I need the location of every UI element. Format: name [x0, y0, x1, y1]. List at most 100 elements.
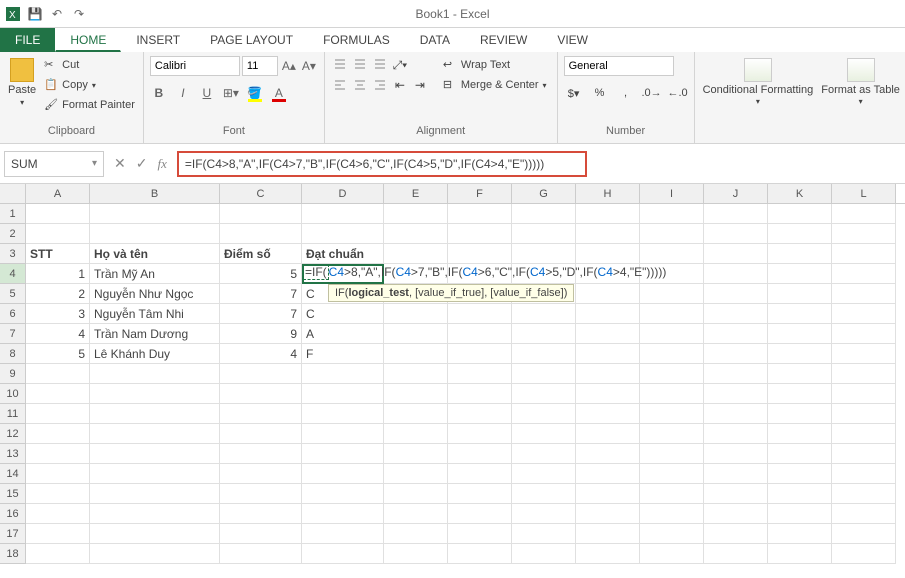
save-icon[interactable]: 💾 — [28, 7, 42, 21]
cell[interactable] — [576, 424, 640, 444]
cell[interactable] — [384, 244, 448, 264]
cell[interactable]: Trần Mỹ An — [90, 264, 220, 284]
col-header[interactable]: K — [768, 184, 832, 203]
cell[interactable] — [768, 544, 832, 564]
undo-icon[interactable]: ↶ — [50, 7, 64, 21]
cell[interactable] — [576, 344, 640, 364]
cell[interactable] — [832, 364, 896, 384]
cell[interactable] — [302, 544, 384, 564]
cell[interactable] — [26, 404, 90, 424]
formula-input[interactable]: =IF(C4>8,"A",IF(C4>7,"B",IF(C4>6,"C",IF(… — [177, 151, 587, 177]
font-color-button[interactable]: A — [270, 84, 288, 102]
cell[interactable]: 4 — [26, 324, 90, 344]
cell[interactable]: F — [302, 344, 384, 364]
cell[interactable] — [704, 544, 768, 564]
increase-indent-button[interactable]: ⇥ — [411, 76, 429, 94]
cell[interactable] — [640, 444, 704, 464]
cell[interactable] — [512, 404, 576, 424]
cell[interactable]: 7 — [220, 284, 302, 304]
cell[interactable] — [832, 424, 896, 444]
align-right-button[interactable] — [371, 76, 389, 94]
orientation-button[interactable]: ⤢▾ — [391, 56, 409, 74]
col-header[interactable]: I — [640, 184, 704, 203]
cell[interactable]: 3 — [26, 304, 90, 324]
cell[interactable] — [302, 484, 384, 504]
cell[interactable] — [384, 484, 448, 504]
cell[interactable] — [768, 204, 832, 224]
row-header[interactable]: 8 — [0, 344, 26, 364]
cell[interactable] — [302, 464, 384, 484]
cell[interactable] — [832, 544, 896, 564]
cell[interactable] — [512, 244, 576, 264]
cell[interactable] — [640, 344, 704, 364]
cell[interactable] — [576, 444, 640, 464]
col-header[interactable]: C — [220, 184, 302, 203]
cell[interactable] — [576, 384, 640, 404]
cell[interactable] — [640, 304, 704, 324]
col-header[interactable]: E — [384, 184, 448, 203]
cell[interactable] — [768, 404, 832, 424]
cell[interactable] — [704, 464, 768, 484]
font-size-select[interactable] — [242, 56, 278, 76]
decrease-decimal-button[interactable]: ←.0 — [668, 84, 688, 102]
cell[interactable] — [704, 404, 768, 424]
cell[interactable] — [220, 224, 302, 244]
cell[interactable] — [704, 324, 768, 344]
cell[interactable] — [640, 364, 704, 384]
cell[interactable] — [384, 524, 448, 544]
cell[interactable] — [90, 444, 220, 464]
cell[interactable] — [512, 484, 576, 504]
col-header[interactable]: B — [90, 184, 220, 203]
col-header[interactable]: J — [704, 184, 768, 203]
cell[interactable]: 7 — [220, 304, 302, 324]
cell[interactable] — [90, 384, 220, 404]
cell[interactable] — [768, 324, 832, 344]
row-header[interactable]: 4 — [0, 264, 26, 284]
align-center-button[interactable] — [351, 76, 369, 94]
cell[interactable]: 4 — [220, 344, 302, 364]
row-header[interactable]: 15 — [0, 484, 26, 504]
cell[interactable] — [90, 504, 220, 524]
cell[interactable] — [384, 304, 448, 324]
cell[interactable] — [384, 424, 448, 444]
cell[interactable] — [640, 324, 704, 344]
cell[interactable] — [768, 224, 832, 244]
cell[interactable]: STT — [26, 244, 90, 264]
cell[interactable] — [640, 544, 704, 564]
tab-home[interactable]: HOME — [55, 28, 121, 52]
tab-view[interactable]: VIEW — [542, 28, 603, 52]
cell[interactable] — [768, 444, 832, 464]
tab-insert[interactable]: INSERT — [121, 28, 195, 52]
cell[interactable] — [220, 464, 302, 484]
cell[interactable] — [640, 384, 704, 404]
cell[interactable] — [832, 524, 896, 544]
cell[interactable] — [384, 544, 448, 564]
cell[interactable] — [640, 284, 704, 304]
cell[interactable] — [512, 344, 576, 364]
italic-button[interactable]: I — [174, 84, 192, 102]
row-header[interactable]: 14 — [0, 464, 26, 484]
wrap-text-button[interactable]: ↩Wrap Text — [439, 56, 551, 74]
cell[interactable] — [832, 324, 896, 344]
align-middle-button[interactable] — [351, 56, 369, 74]
cell[interactable] — [448, 364, 512, 384]
cell[interactable] — [832, 464, 896, 484]
cell[interactable] — [640, 504, 704, 524]
cell[interactable] — [90, 544, 220, 564]
cell[interactable] — [512, 504, 576, 524]
col-header[interactable]: G — [512, 184, 576, 203]
cell[interactable] — [26, 424, 90, 444]
name-box[interactable]: SUM — [4, 151, 104, 177]
align-bottom-button[interactable] — [371, 56, 389, 74]
cell[interactable] — [26, 364, 90, 384]
font-name-select[interactable] — [150, 56, 240, 76]
cell[interactable]: Nguyễn Như Ngọc — [90, 284, 220, 304]
cell[interactable] — [704, 264, 768, 284]
cell[interactable] — [640, 244, 704, 264]
cell[interactable] — [512, 224, 576, 244]
cell[interactable] — [768, 344, 832, 364]
tab-review[interactable]: REVIEW — [465, 28, 542, 52]
cell[interactable] — [220, 384, 302, 404]
cell[interactable] — [90, 204, 220, 224]
select-all-corner[interactable] — [0, 184, 26, 203]
